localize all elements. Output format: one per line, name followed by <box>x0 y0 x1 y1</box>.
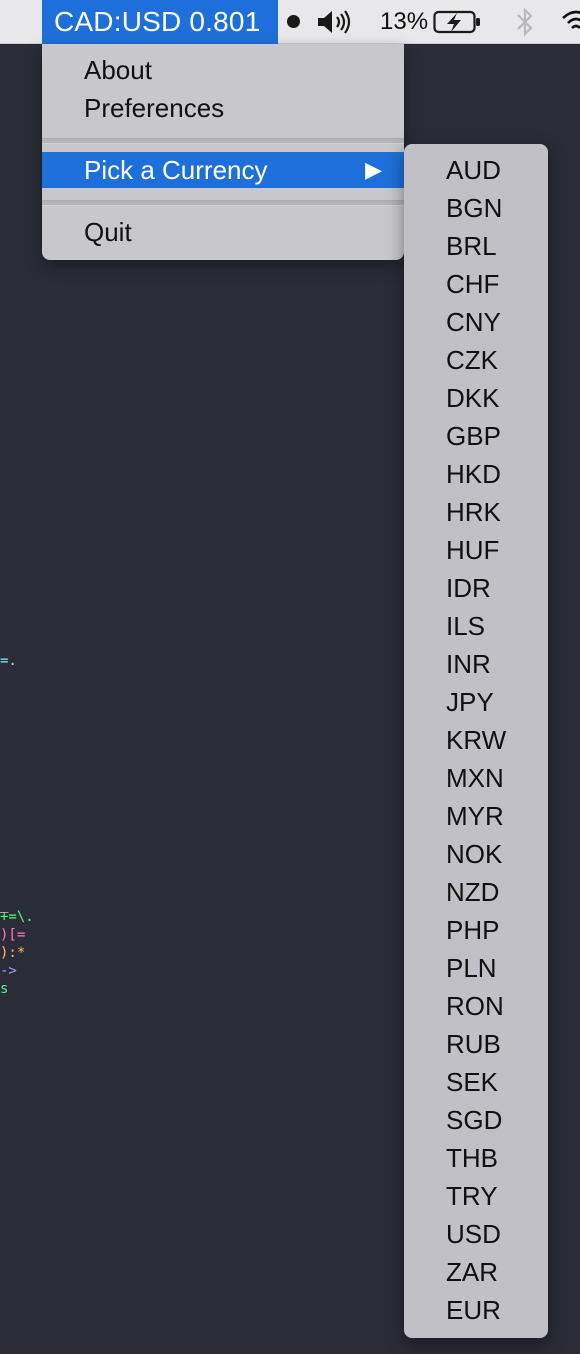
menu-item-label: Quit <box>84 217 132 247</box>
currency-item[interactable]: SEK <box>404 1063 548 1101</box>
currency-item[interactable]: HRK <box>404 493 548 531</box>
menu-item-label: Preferences <box>84 93 225 123</box>
currency-item[interactable]: EUR <box>404 1291 548 1329</box>
currency-item[interactable]: ILS <box>404 607 548 645</box>
currency-item[interactable]: PHP <box>404 911 548 949</box>
currency-item[interactable]: SGD <box>404 1101 548 1139</box>
currency-item[interactable]: CNY <box>404 303 548 341</box>
currency-submenu: AUD BGN BRL CHF CNY CZK DKK GBP HKD HRK … <box>404 144 548 1338</box>
record-dot-icon[interactable] <box>287 15 300 28</box>
currency-item[interactable]: IDR <box>404 569 548 607</box>
currency-item[interactable]: ZAR <box>404 1253 548 1291</box>
currency-item[interactable]: INR <box>404 645 548 683</box>
code-fragment: =. <box>0 653 17 669</box>
menu-item-pick-currency[interactable]: Pick a Currency ▶ <box>42 152 404 188</box>
code-fragment: -> <box>0 963 17 979</box>
menu-item-label: Pick a Currency <box>84 155 268 185</box>
currency-item[interactable]: BRL <box>404 227 548 265</box>
currency-item[interactable]: HUF <box>404 531 548 569</box>
currency-item[interactable]: GBP <box>404 417 548 455</box>
currency-item[interactable]: RON <box>404 987 548 1025</box>
code-fragment: +=\. <box>0 909 34 925</box>
currency-item[interactable]: MYR <box>404 797 548 835</box>
wifi-icon[interactable] <box>561 8 580 36</box>
currency-item[interactable]: KRW <box>404 721 548 759</box>
menu-item-quit[interactable]: Quit <box>42 214 404 250</box>
battery-percent[interactable]: 13% <box>380 0 428 44</box>
currency-item[interactable]: JPY <box>404 683 548 721</box>
menu-bar: CAD:USD 0.801 13% <box>0 0 580 44</box>
currency-item[interactable]: CHF <box>404 265 548 303</box>
currency-item[interactable]: NOK <box>404 835 548 873</box>
menu-separator <box>42 138 404 144</box>
currency-item[interactable]: CZK <box>404 341 548 379</box>
battery-charging-icon[interactable] <box>433 9 481 35</box>
currency-item[interactable]: AUD <box>404 151 548 189</box>
currency-item[interactable]: TRY <box>404 1177 548 1215</box>
currency-item[interactable]: USD <box>404 1215 548 1253</box>
currency-item[interactable]: HKD <box>404 455 548 493</box>
menu-item-label: About <box>84 55 152 85</box>
bluetooth-icon[interactable] <box>513 7 537 37</box>
menu-separator <box>42 200 404 206</box>
menu-item-preferences[interactable]: Preferences <box>42 90 404 126</box>
volume-icon[interactable] <box>316 9 354 35</box>
currency-item[interactable]: MXN <box>404 759 548 797</box>
submenu-arrow-icon: ▶ <box>365 157 382 182</box>
status-dropdown-menu: About Preferences Pick a Currency ▶ Quit <box>42 44 404 260</box>
code-fragment: ):* <box>0 945 26 961</box>
code-fragment: s <box>0 981 9 997</box>
currency-item[interactable]: BGN <box>404 189 548 227</box>
menu-item-about[interactable]: About <box>42 52 404 88</box>
currency-item[interactable]: DKK <box>404 379 548 417</box>
currency-item[interactable]: RUB <box>404 1025 548 1063</box>
currency-item[interactable]: THB <box>404 1139 548 1177</box>
code-fragment: )[= <box>0 927 26 943</box>
currency-status-item[interactable]: CAD:USD 0.801 <box>42 0 278 44</box>
currency-item[interactable]: PLN <box>404 949 548 987</box>
currency-item[interactable]: NZD <box>404 873 548 911</box>
